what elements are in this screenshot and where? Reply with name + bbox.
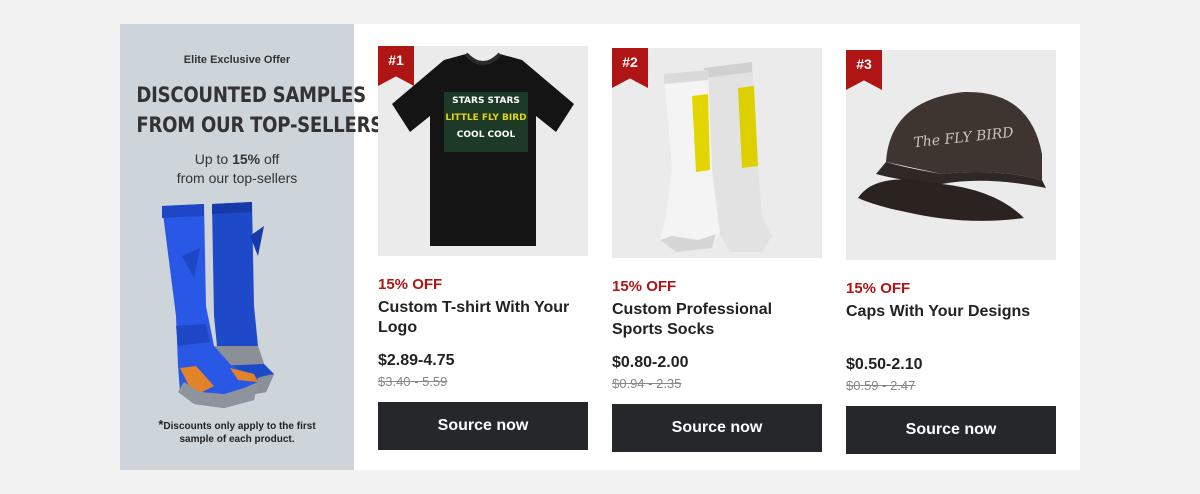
promo-subtext: Up to 15% off from our top-sellers [120, 150, 354, 188]
product-original-price-1: $3.40 - 5.59 [378, 374, 448, 389]
product-original-price-3: $0.59 - 2.47 [846, 378, 916, 393]
promo-panel: Elite Exclusive Offer DISCOUNTED SAMPLES… [120, 24, 389, 470]
promo-eyebrow: Elite Exclusive Offer [183, 54, 291, 66]
source-now-button-3[interactable]: Source now [846, 406, 1056, 454]
discount-label-3: 15% OFF [846, 280, 911, 297]
product-price-1: $2.89-4.75 [378, 352, 455, 369]
product-price-2: $0.80-2.00 [612, 354, 689, 371]
promo-sub-percent: 15% [232, 151, 261, 167]
blue-socks-image [162, 202, 274, 408]
discount-label-2: 15% OFF [612, 278, 677, 295]
promo-sub-suffix: off [260, 151, 280, 167]
product-card-2[interactable]: #2 15% OFF Custom Professional Sports So… [612, 48, 822, 452]
tshirt-print-line1: STARS STARS [452, 96, 520, 106]
product-original-price-2: $0.94 - 2.35 [612, 376, 682, 391]
source-now-button-2[interactable]: Source now [612, 404, 822, 452]
product-title-1[interactable]: Custom T-shirt With Your Logo [378, 298, 588, 346]
product-card-3[interactable]: The FLY BIRD #3 15% OFF Caps With Your D… [846, 50, 1056, 454]
promo-disclaimer: *Discounts only apply to the first sampl… [140, 418, 334, 446]
promo-sub-prefix: Up to [194, 151, 233, 167]
product-image-3[interactable]: The FLY BIRD #3 [846, 50, 1056, 260]
product-image-1[interactable]: STARS STARS LITTLE FLY BIRD COOL COOL #1 [378, 46, 588, 256]
offer-card: Elite Exclusive Offer DISCOUNTED SAMPLES… [120, 24, 1080, 470]
product-title-2[interactable]: Custom Professional Sports Socks [612, 300, 822, 348]
product-title-3[interactable]: Caps With Your Designs [846, 302, 1056, 350]
source-now-button-1[interactable]: Source now [378, 402, 588, 450]
tshirt-print-line3: COOL COOL [457, 130, 516, 140]
promo-sub-line2: from our top-sellers [176, 170, 298, 186]
promo-headline-line2-wrap: FROM OUR TOP-SELLERS* [136, 110, 388, 140]
disclaimer-text: Discounts only apply to the first sample… [163, 421, 316, 445]
promo-headline-line1: DISCOUNTED SAMPLES [136, 83, 366, 107]
product-price-3: $0.50-2.10 [846, 356, 923, 373]
promo-headline-line2: FROM OUR TOP-SELLERS [136, 113, 383, 137]
tshirt-print-line2: LITTLE FLY BIRD [445, 113, 526, 123]
product-card-1[interactable]: STARS STARS LITTLE FLY BIRD COOL COOL #1… [378, 46, 588, 450]
discount-label-1: 15% OFF [378, 276, 443, 293]
promo-headline: DISCOUNTED SAMPLES FROM OUR TOP-SELLERS* [136, 80, 388, 140]
product-image-2[interactable]: #2 [612, 48, 822, 258]
